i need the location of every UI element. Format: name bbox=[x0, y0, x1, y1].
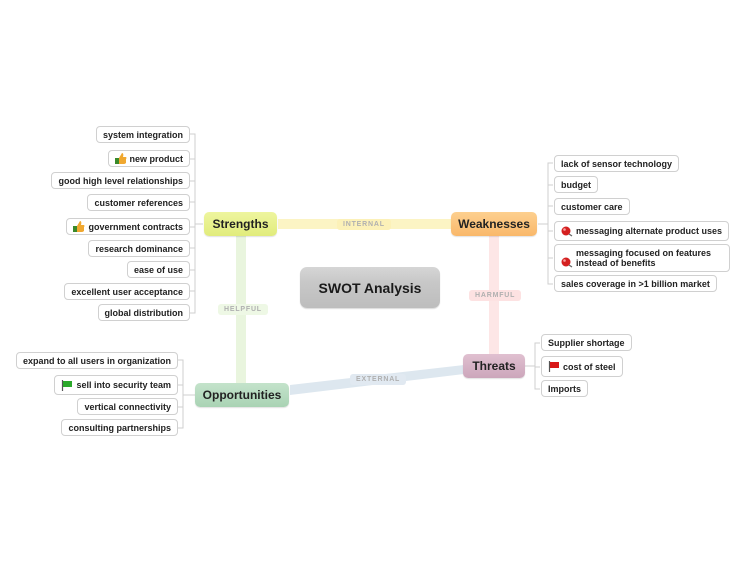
item-label: consulting partnerships bbox=[68, 422, 171, 433]
swot-center-node[interactable]: SWOT Analysis bbox=[300, 267, 440, 308]
threats-node[interactable]: Threats bbox=[463, 354, 525, 378]
item-label: ease of use bbox=[133, 264, 183, 275]
item-label: research dominance bbox=[95, 243, 183, 254]
item-label: global distribution bbox=[104, 307, 184, 318]
opportunity-item[interactable]: sell into security team bbox=[54, 375, 178, 395]
item-label: customer references bbox=[94, 197, 183, 208]
item-label: Supplier shortage bbox=[548, 337, 625, 348]
strength-item[interactable]: good high level relationships bbox=[51, 172, 190, 189]
internal-label: INTERNAL bbox=[337, 219, 391, 230]
red-pin-icon bbox=[561, 257, 573, 268]
strength-item[interactable]: system integration bbox=[95, 126, 190, 143]
item-label: good high level relationships bbox=[58, 175, 183, 186]
weakness-item[interactable]: messaging alternate product uses bbox=[554, 221, 730, 241]
item-label: system integration bbox=[102, 129, 183, 140]
weakness-item[interactable]: messaging focused on features instead of… bbox=[554, 244, 730, 272]
thumbs-up-icon bbox=[73, 221, 85, 232]
strength-item[interactable]: excellent user acceptance bbox=[64, 283, 190, 300]
item-label: Imports bbox=[548, 383, 582, 394]
opportunity-item[interactable]: expand to all users in organization bbox=[15, 352, 178, 369]
opportunity-item[interactable]: vertical connectivity bbox=[77, 398, 178, 415]
strength-item[interactable]: ease of use bbox=[126, 261, 190, 278]
weaknesses-bracket bbox=[538, 162, 553, 285]
external-label: EXTERNAL bbox=[350, 374, 407, 385]
strengths-node[interactable]: Strengths bbox=[204, 212, 277, 236]
item-label: vertical connectivity bbox=[84, 401, 171, 412]
item-label: sales coverage in >1 billion market bbox=[561, 278, 710, 289]
weakness-item[interactable]: sales coverage in >1 billion market bbox=[554, 275, 717, 292]
strength-item[interactable]: research dominance bbox=[88, 240, 190, 257]
weakness-item[interactable]: budget bbox=[554, 176, 598, 193]
threat-item[interactable]: Supplier shortage bbox=[541, 334, 632, 351]
weaknesses-node[interactable]: Weaknesses bbox=[451, 212, 537, 236]
item-label: customer care bbox=[561, 201, 623, 212]
strength-item[interactable]: customer references bbox=[87, 194, 190, 211]
threat-item[interactable]: Imports bbox=[541, 380, 589, 397]
item-label: messaging alternate product uses bbox=[576, 226, 723, 236]
harmful-label: HARMFUL bbox=[469, 290, 522, 301]
item-label: expand to all users in organization bbox=[22, 355, 171, 366]
weakness-item[interactable]: lack of sensor technology bbox=[554, 155, 680, 172]
item-label: sell into security team bbox=[76, 380, 171, 390]
threat-item[interactable]: cost of steel bbox=[541, 356, 623, 377]
opportunity-item[interactable]: consulting partnerships bbox=[61, 419, 178, 436]
threats-bracket bbox=[525, 342, 540, 390]
item-label: lack of sensor technology bbox=[561, 158, 673, 169]
thumbs-up-icon bbox=[114, 153, 127, 164]
item-label: government contracts bbox=[88, 221, 183, 232]
item-label: new product bbox=[129, 153, 184, 164]
strengths-bracket bbox=[190, 133, 203, 314]
red-flag-icon bbox=[548, 361, 560, 372]
strength-item[interactable]: global distribution bbox=[97, 304, 190, 321]
weakness-item[interactable]: customer care bbox=[554, 198, 630, 215]
item-label: cost of steel bbox=[563, 361, 616, 372]
strength-item[interactable]: government contracts bbox=[66, 218, 190, 235]
helpful-label: HELPFUL bbox=[218, 304, 268, 315]
opportunities-node[interactable]: Opportunities bbox=[195, 383, 289, 407]
item-label: budget bbox=[561, 179, 591, 190]
item-label: messaging focused on features instead of… bbox=[576, 248, 712, 268]
green-flag-icon bbox=[61, 379, 73, 391]
strength-item[interactable]: new product bbox=[107, 150, 190, 167]
opportunities-bracket bbox=[178, 359, 195, 429]
item-label: excellent user acceptance bbox=[71, 286, 183, 297]
red-pin-icon bbox=[561, 226, 573, 237]
